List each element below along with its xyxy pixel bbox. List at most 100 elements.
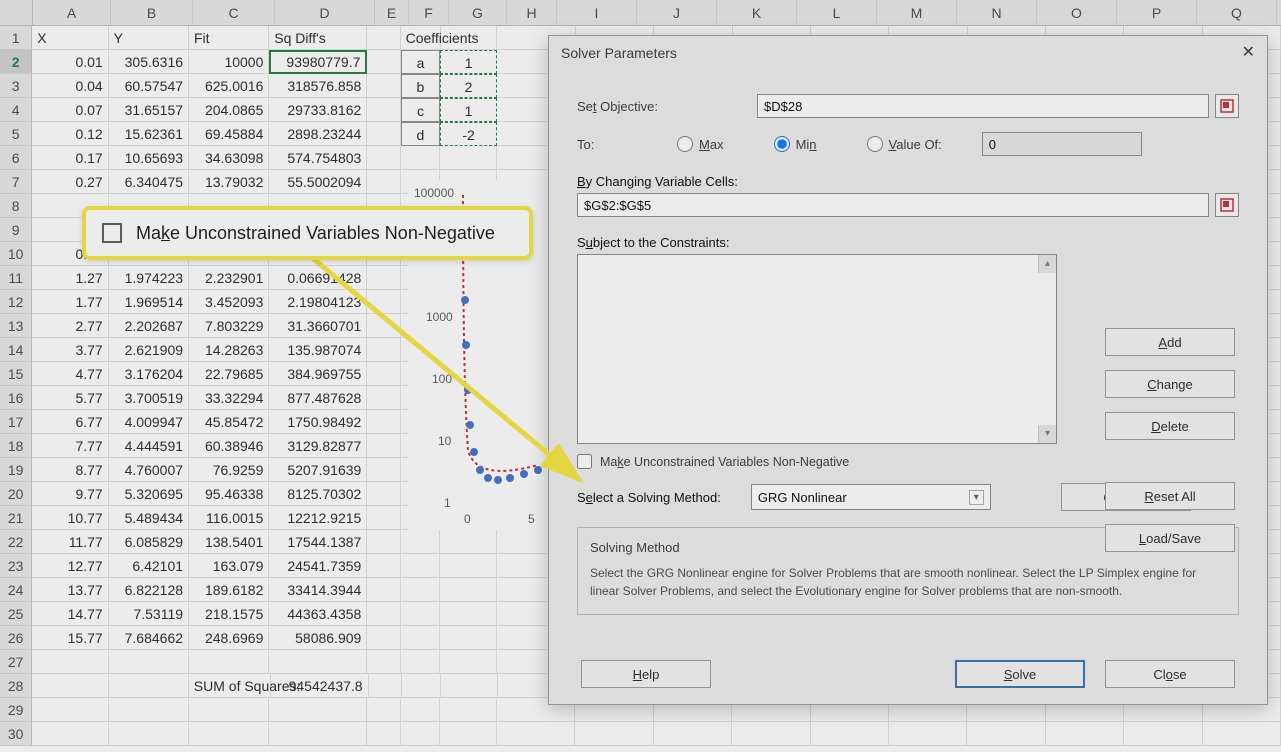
coef-key[interactable]: b [401,74,440,98]
col-header-C[interactable]: C [193,0,275,25]
cell[interactable] [811,722,889,746]
coef-value[interactable]: 1 [440,98,497,122]
cell[interactable]: 6.822128 [109,578,189,602]
cell[interactable] [440,554,497,578]
cell[interactable]: 2.621909 [109,338,189,362]
cell[interactable] [367,434,400,458]
cell[interactable]: 33414.3944 [269,578,367,602]
row-header[interactable]: 22 [0,530,32,554]
cell[interactable] [367,698,400,722]
row-header[interactable]: 2 [0,50,32,74]
cell[interactable] [109,674,189,698]
cell[interactable] [441,26,498,50]
cell[interactable]: 69.45884 [189,122,269,146]
col-header-O[interactable]: O [1037,0,1117,25]
cell[interactable]: 34.63098 [189,146,269,170]
cell[interactable]: 2.202687 [109,314,189,338]
col-header-Q[interactable]: Q [1197,0,1277,25]
coef-key[interactable]: c [401,98,440,122]
cell[interactable]: 93980779.7 [269,50,367,74]
reset-all-button[interactable]: Reset All [1105,482,1235,510]
row-header[interactable]: 25 [0,602,32,626]
cell[interactable]: 15.62361 [109,122,189,146]
cell[interactable] [402,674,441,698]
cell[interactable] [497,722,575,746]
cell[interactable] [440,650,497,674]
cell[interactable]: 318576.858 [269,74,367,98]
cell[interactable] [367,578,400,602]
cell[interactable]: 3.452093 [189,290,269,314]
cell[interactable] [440,698,497,722]
cell[interactable] [367,122,400,146]
row-header[interactable]: 6 [0,146,32,170]
cell[interactable]: 95.46338 [189,482,269,506]
cell[interactable]: 877.487628 [269,386,367,410]
cell[interactable] [401,722,440,746]
cell[interactable] [367,626,400,650]
cell[interactable]: 3129.82877 [269,434,367,458]
cell[interactable]: 31.3660701 [269,314,367,338]
row-header[interactable]: 24 [0,578,32,602]
cell[interactable]: 1750.98492 [269,410,367,434]
cell[interactable]: 305.6316 [109,50,189,74]
cell[interactable]: 204.0865 [189,98,269,122]
cell[interactable]: 4.77 [32,362,108,386]
sum-value[interactable]: 94542437.8 [271,674,369,698]
cell[interactable] [367,266,400,290]
cell[interactable] [269,650,367,674]
cell[interactable]: 138.5401 [189,530,269,554]
cell[interactable] [967,722,1045,746]
cell[interactable]: 116.0015 [189,506,269,530]
cell[interactable]: 135.987074 [269,338,367,362]
cell[interactable]: 5.77 [32,386,108,410]
cell[interactable]: 33.32294 [189,386,269,410]
cell[interactable]: 29733.8162 [269,98,367,122]
cell[interactable]: 4.444591 [109,434,189,458]
table-header[interactable]: Y [109,26,189,50]
scroll-down-icon[interactable]: ▾ [1038,425,1056,443]
cell[interactable]: 10.65693 [109,146,189,170]
col-header-K[interactable]: K [717,0,797,25]
col-header-P[interactable]: P [1117,0,1197,25]
cell[interactable] [367,530,400,554]
cell[interactable] [401,530,440,554]
cell[interactable]: 6.77 [32,410,108,434]
cell[interactable]: 0.06691428 [269,266,367,290]
radio-min[interactable]: Min [774,136,817,152]
col-header-F[interactable]: F [409,0,449,25]
cell[interactable]: 0.27 [32,170,108,194]
cell[interactable] [367,386,400,410]
cell[interactable]: 0.07 [32,98,108,122]
cell[interactable] [367,26,400,50]
cell[interactable] [189,722,269,746]
cell[interactable]: 2.77 [32,314,108,338]
solve-button[interactable]: Solve [955,660,1085,688]
cell[interactable] [732,722,810,746]
cell[interactable]: 3.700519 [109,386,189,410]
cell[interactable] [367,602,400,626]
cell[interactable]: 45.85472 [189,410,269,434]
row-header[interactable]: 8 [0,194,32,218]
cell[interactable] [367,146,400,170]
set-objective-input[interactable] [757,94,1209,118]
cell[interactable] [189,698,269,722]
cell[interactable]: 7.684662 [109,626,189,650]
cell[interactable] [401,146,440,170]
cell[interactable]: 6.085829 [109,530,189,554]
cell[interactable] [367,170,400,194]
cell[interactable] [369,674,402,698]
cell[interactable]: 5207.91639 [269,458,367,482]
cell[interactable]: 625.0016 [189,74,269,98]
method-select[interactable]: GRG Nonlinear ▾ [751,484,991,510]
close-button[interactable]: Close [1105,660,1235,688]
cell[interactable] [32,674,108,698]
row-header[interactable]: 19 [0,458,32,482]
cell[interactable]: 24541.7359 [269,554,367,578]
row-header[interactable]: 4 [0,98,32,122]
constraints-list[interactable]: ▴ ▾ [577,254,1057,444]
radio-value-of[interactable]: Value Of: [867,136,942,152]
value-of-input[interactable] [982,132,1142,156]
cell[interactable] [367,554,400,578]
col-header-L[interactable]: L [797,0,877,25]
cell[interactable]: 12.77 [32,554,108,578]
